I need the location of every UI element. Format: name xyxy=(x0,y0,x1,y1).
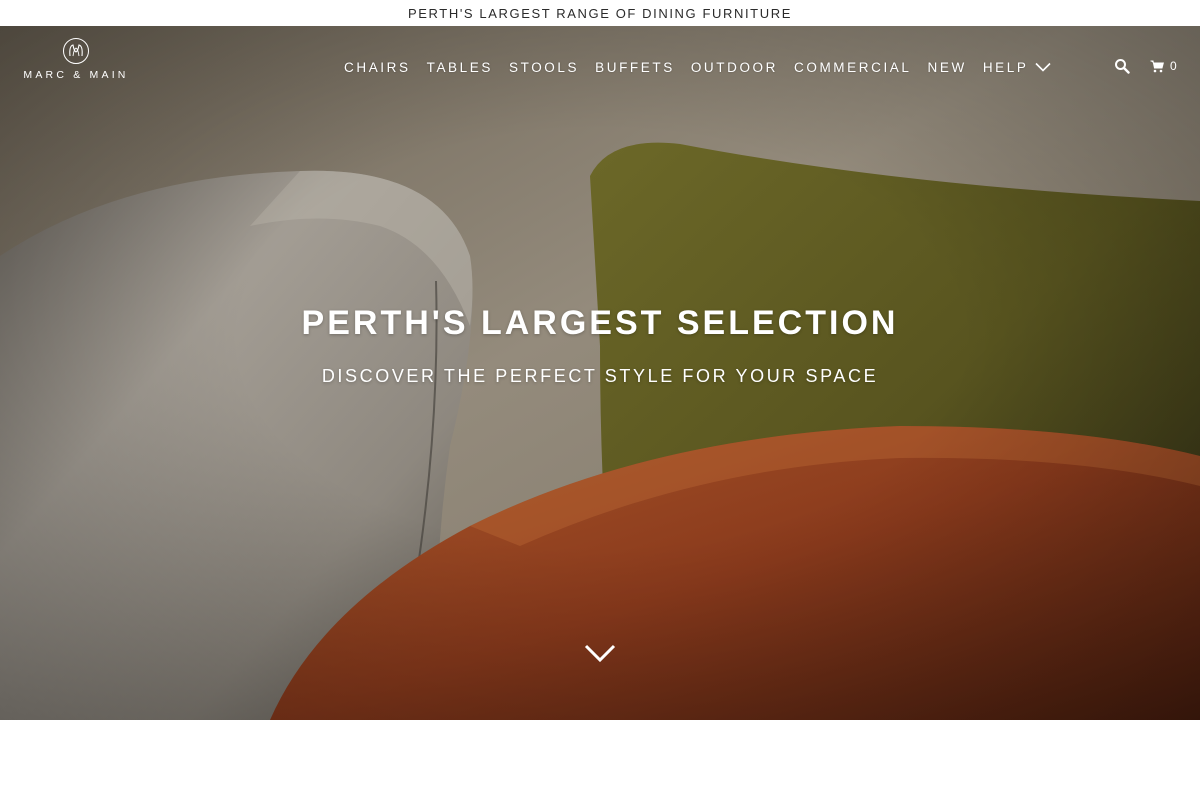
monogram-icon xyxy=(63,38,89,64)
site-header: MARC & MAIN CHAIRS TABLES STOOLS BUFFETS… xyxy=(0,26,1200,106)
nav-item-commercial[interactable]: COMMERCIAL xyxy=(794,60,912,75)
nav-item-tables[interactable]: TABLES xyxy=(427,60,493,75)
cart-button[interactable]: 0 xyxy=(1150,59,1178,73)
search-icon[interactable] xyxy=(1114,58,1130,74)
nav-item-buffets[interactable]: BUFFETS xyxy=(595,60,675,75)
hero-banner: PERTH'S LARGEST SELECTION DISCOVER THE P… xyxy=(0,26,1200,720)
brand-name: MARC & MAIN xyxy=(23,69,129,81)
nav-item-new[interactable]: NEW xyxy=(928,60,967,75)
header-tools: 0 xyxy=(1114,57,1178,75)
cart-count: 0 xyxy=(1170,59,1178,73)
cart-icon xyxy=(1150,60,1164,72)
nav-item-help[interactable]: HELP xyxy=(983,60,1051,75)
announcement-bar: PERTH'S LARGEST RANGE OF DINING FURNITUR… xyxy=(0,0,1200,26)
chevron-down-icon xyxy=(1034,62,1051,72)
announcement-text: PERTH'S LARGEST RANGE OF DINING FURNITUR… xyxy=(408,5,792,21)
hero-subtitle: DISCOVER THE PERFECT STYLE FOR YOUR SPAC… xyxy=(321,366,879,386)
hero-title: PERTH'S LARGEST SELECTION xyxy=(301,304,899,342)
nav-item-stools[interactable]: STOOLS xyxy=(509,60,579,75)
main-nav: CHAIRS TABLES STOOLS BUFFETS OUTDOOR COM… xyxy=(336,57,1059,77)
brand-logo[interactable]: MARC & MAIN xyxy=(14,37,138,83)
nav-item-outdoor[interactable]: OUTDOOR xyxy=(691,60,778,75)
nav-help-label: HELP xyxy=(982,59,1029,75)
nav-item-chairs[interactable]: CHAIRS xyxy=(344,60,411,75)
chevron-down-icon[interactable] xyxy=(583,642,617,664)
